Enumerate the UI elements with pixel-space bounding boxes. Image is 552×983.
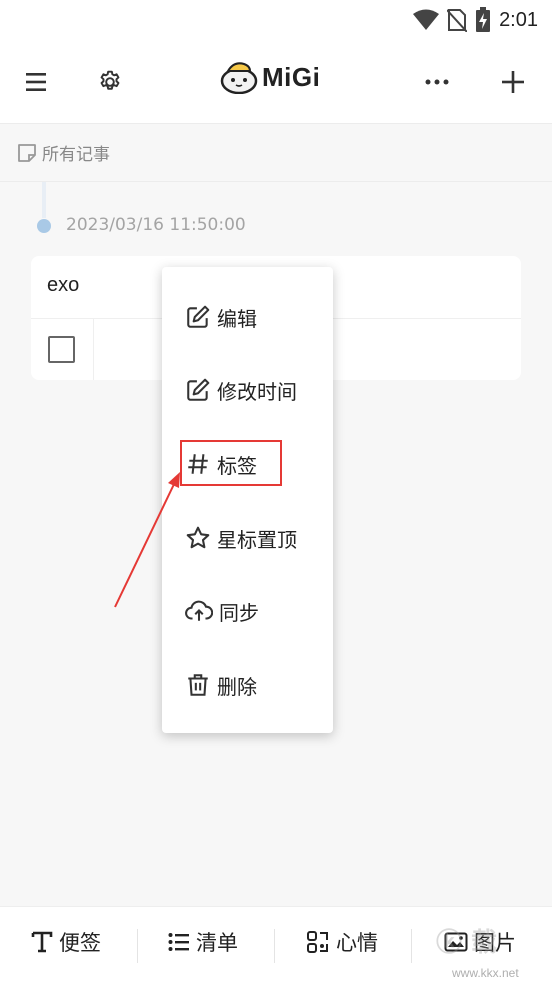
list-icon (168, 933, 189, 951)
mood-icon (307, 931, 328, 953)
watermark: ⓚ 载 (436, 928, 498, 958)
annotation-arrow (114, 472, 180, 608)
new-checklist-button[interactable]: 清单 (168, 927, 238, 957)
text-icon (31, 931, 53, 953)
bottom-item-label: 清单 (196, 931, 238, 955)
new-memo-button[interactable]: 便签 (31, 927, 101, 957)
watermark-url: www.kkx.net (452, 966, 519, 980)
bottom-item-label: 心情 (336, 931, 378, 955)
bottom-item-label: 便签 (59, 931, 101, 955)
bottom-separator (137, 929, 138, 963)
bottom-separator (411, 929, 412, 963)
new-mood-button[interactable]: 心情 (306, 927, 378, 957)
bottom-separator (274, 929, 275, 963)
